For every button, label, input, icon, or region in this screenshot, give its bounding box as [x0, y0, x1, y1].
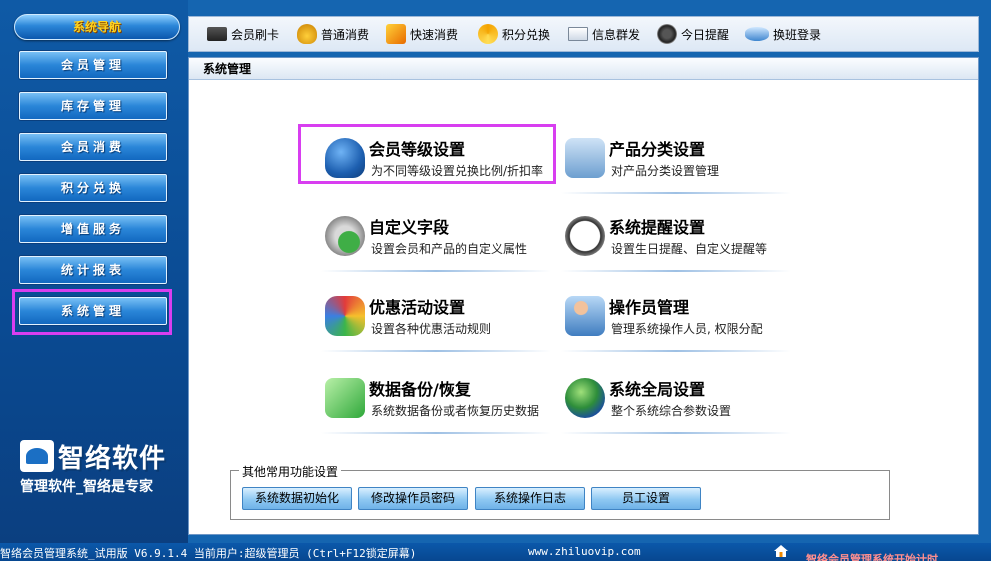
mail-icon: [568, 27, 588, 41]
sidebar-item-points-exchange[interactable]: 积分兑换: [19, 174, 167, 202]
promotion-icon: [325, 296, 365, 336]
separator-line: [561, 270, 791, 272]
sidebar-item-inventory-management[interactable]: 库存管理: [19, 92, 167, 120]
sidebar-item-member-consumption[interactable]: 会员消费: [19, 133, 167, 161]
function-title: 优惠活动设置: [369, 298, 466, 317]
custom-field-icon: [325, 216, 365, 256]
function-operator-management[interactable]: 操作员管理 管理系统操作人员, 权限分配: [561, 286, 801, 356]
toolbar-shift-login[interactable]: 换班登录: [745, 17, 821, 51]
other-functions-group: 其他常用功能设置 系统数据初始化 修改操作员密码 系统操作日志 员工设置: [230, 463, 890, 520]
company-logo: 智络软件 管理软件_智络是专家: [20, 440, 180, 500]
product-category-icon: [565, 138, 605, 178]
toolbar-mass-message[interactable]: 信息群发: [568, 17, 640, 51]
sidebar-item-value-added-services[interactable]: 增值服务: [19, 215, 167, 243]
sidebar-title: 系统导航: [14, 14, 180, 40]
toolbar-label: 会员刷卡: [231, 27, 280, 42]
system-management-panel: 系统管理 会员等级设置 为不同等级设置兑换比例/折扣率 产品分类设置 对产品分类…: [188, 57, 979, 535]
home-icon[interactable]: [774, 545, 788, 557]
separator-line: [561, 432, 791, 434]
function-global-system-settings[interactable]: 系统全局设置 整个系统综合参数设置: [561, 368, 801, 438]
toolbar-label: 今日提醒: [681, 27, 730, 42]
function-promotion-settings[interactable]: 优惠活动设置 设置各种优惠活动规则: [321, 286, 561, 356]
function-custom-fields[interactable]: 自定义字段 设置会员和产品的自定义属性: [321, 206, 561, 276]
operator-icon: [565, 296, 605, 336]
status-url: www.zhiluovip.com: [528, 545, 641, 558]
card-reader-icon: [207, 27, 227, 41]
function-title: 数据备份/恢复: [369, 380, 471, 399]
separator-line: [321, 432, 551, 434]
toolbar-normal-consumption[interactable]: 普通消费: [297, 17, 369, 51]
separator-line: [561, 350, 791, 352]
separator-line: [321, 350, 551, 352]
function-description: 设置会员和产品的自定义属性: [371, 242, 528, 256]
function-title: 系统全局设置: [609, 380, 706, 399]
toolbar-label: 积分兑换: [502, 27, 551, 42]
points-exchange-icon: [478, 24, 498, 44]
logo-mark-icon: [20, 440, 54, 472]
selected-nav-highlight: [12, 289, 172, 335]
selected-function-highlight: [298, 124, 556, 184]
toolbar-quick-consumption[interactable]: 快速消费: [386, 17, 458, 51]
fast-pay-icon: [386, 24, 406, 44]
backup-icon: [325, 378, 365, 418]
toolbar-label: 换班登录: [773, 27, 822, 42]
employee-settings-button[interactable]: 员工设置: [591, 487, 701, 510]
function-description: 对产品分类设置管理: [611, 164, 720, 178]
sidebar-item-statistics-reports[interactable]: 统计报表: [19, 256, 167, 284]
sidebar-item-member-management[interactable]: 会员管理: [19, 51, 167, 79]
money-bag-icon: [297, 24, 317, 44]
change-operator-password-button[interactable]: 修改操作员密码: [358, 487, 468, 510]
function-description: 管理系统操作人员, 权限分配: [611, 322, 763, 336]
function-title: 操作员管理: [609, 298, 690, 317]
status-bar: 智络会员管理系统_试用版 V6.9.1.4 当前用户:超级管理员 (Ctrl+F…: [0, 543, 991, 561]
function-product-category-settings[interactable]: 产品分类设置 对产品分类设置管理: [561, 128, 801, 198]
function-description: 整个系统综合参数设置: [611, 404, 732, 418]
shift-login-icon: [745, 27, 769, 41]
reminder-icon: [657, 24, 677, 44]
function-system-reminder-settings[interactable]: 系统提醒设置 设置生日提醒、自定义提醒等: [561, 206, 801, 276]
function-title: 系统提醒设置: [609, 218, 706, 237]
toolbar-points-exchange[interactable]: 积分兑换: [478, 17, 550, 51]
globe-icon: [565, 378, 605, 418]
toolbar-label: 快速消费: [410, 27, 459, 42]
logo-name: 智络软件: [58, 444, 167, 474]
logo-slogan: 管理软件_智络是专家: [20, 479, 153, 495]
top-toolbar: 会员刷卡 普通消费 快速消费 积分兑换 信息群发 今日提醒 换班登录: [188, 16, 979, 52]
toolbar-label: 普通消费: [321, 27, 370, 42]
system-operation-log-button[interactable]: 系统操作日志: [475, 487, 585, 510]
other-functions-legend: 其他常用功能设置: [239, 463, 342, 480]
function-description: 设置生日提醒、自定义提醒等: [611, 242, 768, 256]
status-text: 智络会员管理系统_试用版 V6.9.1.4 当前用户:超级管理员 (Ctrl+F…: [0, 547, 417, 560]
toolbar-member-card-swipe[interactable]: 会员刷卡: [207, 17, 279, 51]
separator-line: [561, 192, 791, 194]
toolbar-label: 信息群发: [592, 27, 641, 42]
function-data-backup-restore[interactable]: 数据备份/恢复 系统数据备份或者恢复历史数据: [321, 368, 561, 438]
function-title: 产品分类设置: [609, 140, 706, 159]
function-description: 系统数据备份或者恢复历史数据: [371, 404, 540, 418]
function-title: 自定义字段: [369, 218, 450, 237]
separator-line: [321, 270, 551, 272]
clock-icon: [565, 216, 605, 256]
toolbar-today-reminder[interactable]: 今日提醒: [657, 17, 729, 51]
sidebar: 系统导航 会员管理 库存管理 会员消费 积分兑换 增值服务 统计报表 系统管理 …: [0, 0, 188, 543]
function-description: 设置各种优惠活动规则: [371, 322, 492, 336]
panel-title: 系统管理: [189, 58, 978, 80]
init-system-data-button[interactable]: 系统数据初始化: [242, 487, 352, 510]
scrolling-notice: 智络会员管理系统开始计时: [806, 553, 938, 561]
